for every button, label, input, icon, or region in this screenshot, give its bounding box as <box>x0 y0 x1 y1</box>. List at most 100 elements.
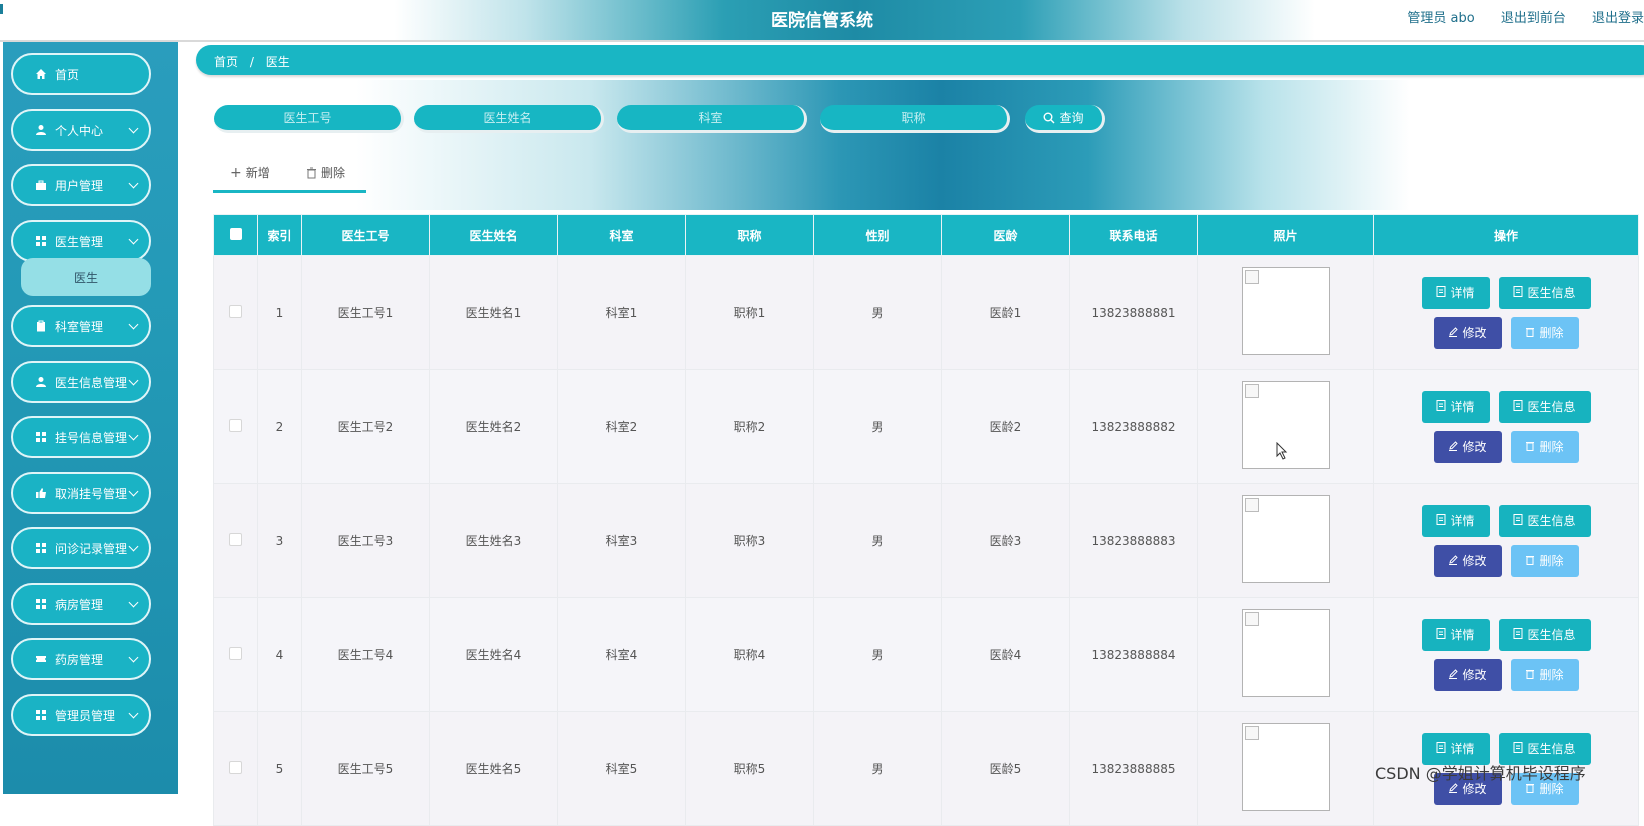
chevron-down-icon <box>128 234 139 245</box>
cell-photo <box>1197 255 1374 370</box>
document-icon <box>1513 741 1523 756</box>
thumb-icon <box>35 487 47 499</box>
sidebar-item-2[interactable]: 用户管理 <box>11 164 151 206</box>
add-button[interactable]: + 新增 <box>230 164 270 181</box>
column-header: 职称 <box>685 214 814 256</box>
person-icon <box>35 376 47 388</box>
doctor-photo <box>1241 609 1330 697</box>
doctor-info-button[interactable]: 医生信息 <box>1498 276 1591 309</box>
column-header: 性别 <box>813 214 942 256</box>
sidebar-item-6[interactable]: 挂号信息管理 <box>11 416 151 458</box>
sidebar-item-9[interactable]: 病房管理 <box>11 583 151 625</box>
title-search-input[interactable] <box>820 105 1010 133</box>
cell-index: 1 <box>257 255 302 370</box>
cell-photo <box>1197 369 1374 484</box>
document-icon <box>1436 285 1446 300</box>
department-search-input[interactable] <box>617 105 807 133</box>
detail-button[interactable]: 详情 <box>1421 276 1490 309</box>
doctor-info-button[interactable]: 医生信息 <box>1498 618 1591 651</box>
checkbox-cell <box>213 597 258 712</box>
column-header: 操作 <box>1373 214 1639 256</box>
cell-dept: 科室4 <box>557 597 686 712</box>
edit-button[interactable]: 修改 <box>1433 658 1502 691</box>
row-checkbox[interactable] <box>229 760 242 774</box>
sidebar-item-11[interactable]: 管理员管理 <box>11 694 151 736</box>
sidebar-item-4[interactable]: 科室管理 <box>11 305 151 347</box>
cell-gender: 男 <box>813 711 942 826</box>
row-checkbox[interactable] <box>229 418 242 432</box>
detail-button[interactable]: 详情 <box>1421 618 1490 651</box>
delete-button[interactable]: 删除 <box>1510 544 1579 577</box>
sidebar-item-label: 首页 <box>55 67 80 82</box>
grid-icon <box>35 235 47 247</box>
sidebar-item-3[interactable]: 医生管理 <box>11 220 151 262</box>
doctor-id-search-input[interactable] <box>214 105 404 133</box>
delete-button[interactable]: 删除 <box>1510 316 1579 349</box>
mouse-cursor-icon <box>1276 442 1288 460</box>
cell-id: 医生工号1 <box>301 255 430 370</box>
cell-name: 医生姓名2 <box>429 369 558 484</box>
search-button[interactable]: 查询 <box>1025 105 1105 133</box>
sidebar-item-label: 科室管理 <box>55 319 104 334</box>
sidebar-item-10[interactable]: 药房管理 <box>11 638 151 680</box>
sidebar-item-label: 取消挂号管理 <box>55 486 128 501</box>
cell-id: 医生工号5 <box>301 711 430 826</box>
doctor-info-button[interactable]: 医生信息 <box>1498 390 1591 423</box>
table-row: 4 医生工号4 医生姓名4 科室4 职称4 男医龄4 13823888884 详情 医生信息 修改… <box>213 597 1639 712</box>
detail-button[interactable]: 详情 <box>1421 390 1490 423</box>
logout-link[interactable]: 退出登录 <box>1592 11 1644 26</box>
sidebar-item-label: 医生信息管理 <box>55 375 128 390</box>
edit-button[interactable]: 修改 <box>1433 430 1502 463</box>
doctor-photo <box>1241 723 1330 811</box>
ticket-icon <box>35 653 47 665</box>
admin-user-link[interactable]: 管理员 abo <box>1407 11 1474 26</box>
cell-photo <box>1197 711 1374 826</box>
trash-icon <box>1525 440 1535 454</box>
sidebar-item-label: 个人中心 <box>55 123 104 138</box>
sidebar-item-label: 病房管理 <box>55 597 104 612</box>
table-header: 索引 医生工号 医生姓名 科室 职称 性别 医龄 联系电话 照片 操作 <box>213 214 1639 256</box>
breadcrumb-home[interactable]: 首页 <box>214 55 238 69</box>
sidebar-subitem-doctor[interactable]: 医生 <box>21 258 151 296</box>
document-icon <box>1513 513 1523 528</box>
chevron-down-icon <box>128 319 139 330</box>
chevron-down-icon <box>128 486 139 497</box>
row-checkbox[interactable] <box>229 304 242 318</box>
cell-phone: 13823888883 <box>1069 483 1198 598</box>
cell-title: 职称1 <box>685 255 814 370</box>
cell-name: 医生姓名3 <box>429 483 558 598</box>
sidebar-item-1[interactable]: 个人中心 <box>11 109 151 151</box>
sidebar-item-7[interactable]: 取消挂号管理 <box>11 472 151 514</box>
doctor-name-search-input[interactable] <box>414 105 604 133</box>
edit-button[interactable]: 修改 <box>1433 544 1502 577</box>
sidebar-item-label: 挂号信息管理 <box>55 430 128 445</box>
row-checkbox[interactable] <box>229 646 242 660</box>
sidebar-item-label: 药房管理 <box>55 652 104 667</box>
watermark: CSDN @学姐计算机毕设程序 <box>1375 764 1586 783</box>
cell-actions: 详情 医生信息修改 删除 <box>1373 483 1639 598</box>
delete-button[interactable]: 删除 <box>1510 658 1579 691</box>
sidebar-item-8[interactable]: 问诊记录管理 <box>11 527 151 569</box>
to-front-link[interactable]: 退出到前台 <box>1501 11 1566 26</box>
detail-button[interactable]: 详情 <box>1421 504 1490 537</box>
row-checkbox[interactable] <box>229 532 242 546</box>
column-header: 科室 <box>557 214 686 256</box>
chevron-down-icon <box>128 597 139 608</box>
cell-title: 职称3 <box>685 483 814 598</box>
sidebar-item-5[interactable]: 医生信息管理 <box>11 361 151 403</box>
doctor-info-button[interactable]: 医生信息 <box>1498 504 1591 537</box>
cell-index: 5 <box>257 711 302 826</box>
cell-phone: 13823888882 <box>1069 369 1198 484</box>
pencil-icon <box>1448 668 1459 682</box>
toolbar-underline <box>213 190 366 193</box>
doctor-info-label: 医生信息 <box>1527 742 1576 756</box>
chevron-down-icon <box>128 708 139 719</box>
batch-delete-button[interactable]: 删除 <box>306 164 345 181</box>
select-all-checkbox[interactable] <box>213 214 258 256</box>
cell-index: 2 <box>257 369 302 484</box>
breadcrumb: 首页 / 医生 <box>196 45 1644 75</box>
edit-label: 修改 <box>1462 440 1487 454</box>
edit-button[interactable]: 修改 <box>1433 316 1502 349</box>
sidebar-item-0[interactable]: 首页 <box>11 53 151 95</box>
delete-button[interactable]: 删除 <box>1510 430 1579 463</box>
